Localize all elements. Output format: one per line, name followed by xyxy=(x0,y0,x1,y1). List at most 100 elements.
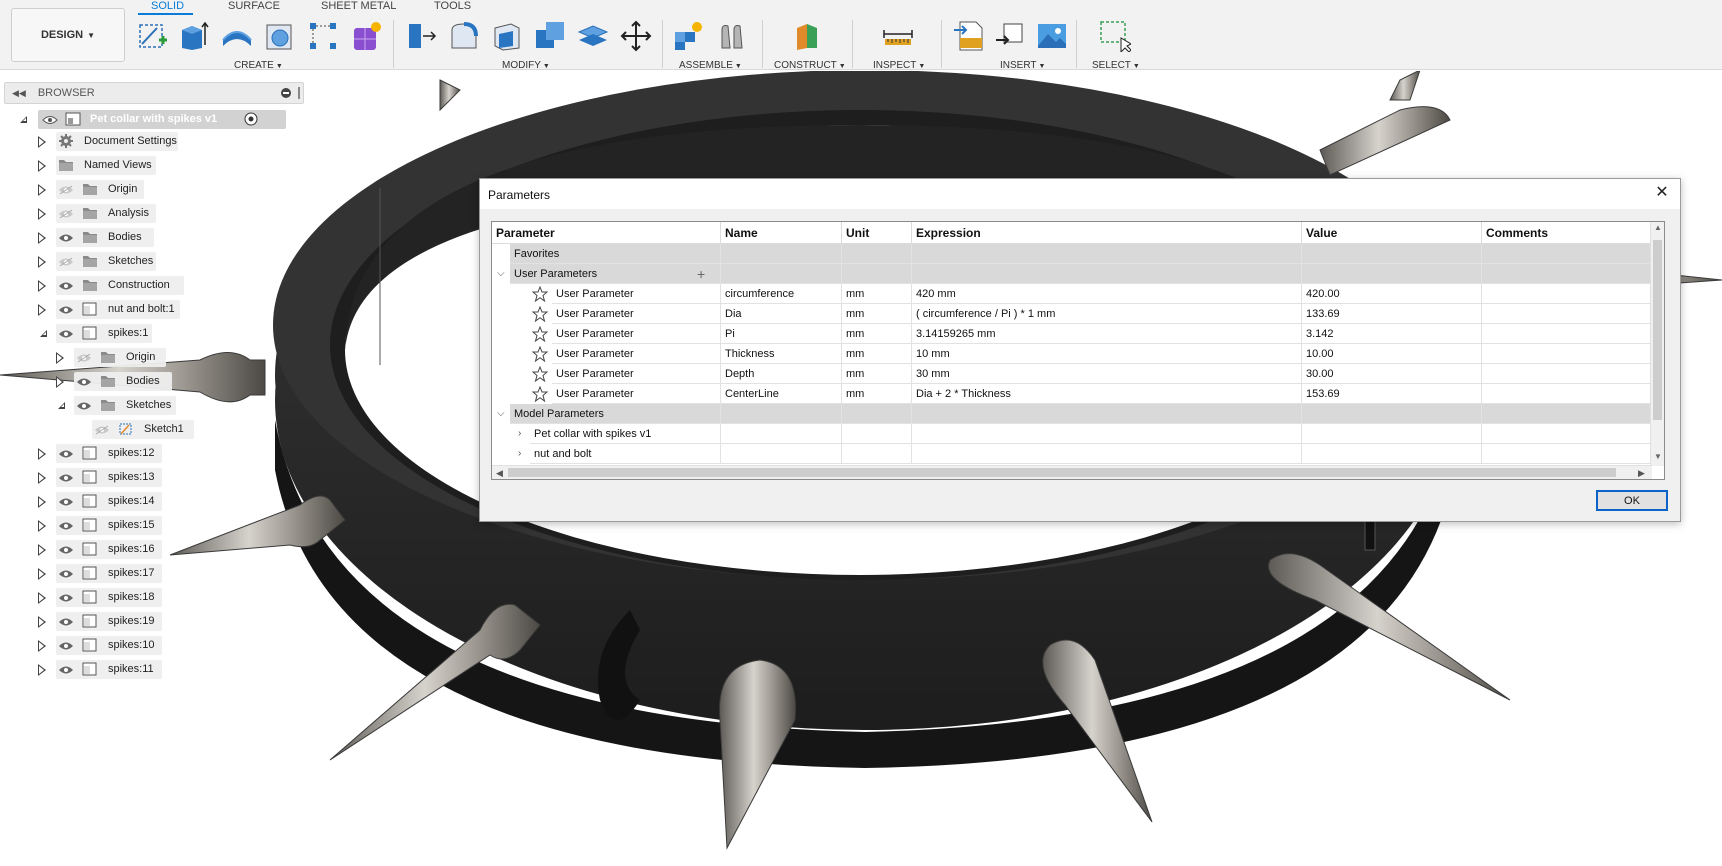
visibility-eye-icon[interactable] xyxy=(42,115,58,125)
section-model-parameters[interactable]: ⌵ Model Parameters xyxy=(492,404,1652,424)
tree-node-pill[interactable]: spikes:18 xyxy=(56,588,162,607)
tab-solid[interactable]: SOLID xyxy=(151,0,184,14)
window-select-icon[interactable] xyxy=(1099,20,1131,52)
extrude-icon[interactable] xyxy=(178,20,210,52)
visibility-eye-icon[interactable] xyxy=(58,473,74,483)
favorite-star-icon[interactable] xyxy=(532,286,548,302)
expand-icon[interactable] xyxy=(38,280,46,292)
table-row[interactable]: › Pet collar with spikes v1 xyxy=(492,424,1652,444)
tree-node-pill[interactable]: spikes:16 xyxy=(56,540,162,559)
tree-node-pill[interactable]: spikes:19 xyxy=(56,612,162,631)
group-create[interactable]: CREATE ▼ xyxy=(234,60,283,71)
favorite-star-icon[interactable] xyxy=(532,326,548,342)
expand-icon[interactable] xyxy=(38,472,46,484)
joint-icon[interactable] xyxy=(716,20,748,52)
offset-plane-icon[interactable] xyxy=(793,20,825,52)
close-icon[interactable]: ✕ xyxy=(1652,184,1672,204)
visibility-eye-icon[interactable] xyxy=(58,449,74,459)
revolve-icon[interactable] xyxy=(221,20,253,52)
tree-node-pill[interactable]: Sketches xyxy=(56,252,156,271)
ok-button[interactable]: OK xyxy=(1596,490,1668,511)
cell-expr[interactable]: 10 mm xyxy=(912,344,1302,364)
tree-node-pill[interactable]: Bodies xyxy=(74,372,172,391)
vertical-scrollbar[interactable]: ▲ ▼ xyxy=(1650,222,1664,466)
expand-icon[interactable] xyxy=(38,616,46,628)
cell-name[interactable]: circumference xyxy=(721,284,842,304)
cell-name[interactable]: Thickness xyxy=(721,344,842,364)
tab-tools[interactable]: TOOLS xyxy=(434,0,471,14)
cell-name[interactable]: CenterLine xyxy=(721,384,842,404)
minimize-icon[interactable] xyxy=(281,88,291,98)
tree-node-pill[interactable]: spikes:12 xyxy=(56,444,162,463)
expand-icon[interactable] xyxy=(38,544,46,556)
tree-node-pill[interactable]: Construction xyxy=(56,276,184,295)
col-value[interactable]: Value xyxy=(1302,222,1482,244)
visibility-eye-icon[interactable] xyxy=(76,353,92,363)
expand-icon[interactable] xyxy=(38,304,46,316)
tab-sheet-metal[interactable]: SHEET METAL xyxy=(321,0,396,14)
collapse-icon[interactable] xyxy=(58,402,65,409)
expand-icon[interactable] xyxy=(38,232,46,244)
visibility-eye-icon[interactable] xyxy=(58,569,74,579)
expand-icon[interactable] xyxy=(38,208,46,220)
table-row[interactable]: User Parameter Depth mm 30 mm 30.00 xyxy=(492,364,1652,384)
visibility-eye-icon[interactable] xyxy=(58,281,74,291)
favorite-star-icon[interactable] xyxy=(532,306,548,322)
visibility-eye-icon[interactable] xyxy=(58,641,74,651)
tree-node-pill[interactable]: spikes:11 xyxy=(56,660,162,679)
group-construct[interactable]: CONSTRUCT ▼ xyxy=(774,60,846,71)
section-favorites[interactable]: Favorites xyxy=(492,244,1652,264)
table-row[interactable]: User Parameter circumference mm 420 mm 420.0… xyxy=(492,284,1652,304)
expand-icon[interactable] xyxy=(38,592,46,604)
cell-expr[interactable]: 30 mm xyxy=(912,364,1302,384)
table-row[interactable]: User Parameter Thickness mm 10 mm 10.00 xyxy=(492,344,1652,364)
group-inspect[interactable]: INSPECT ▼ xyxy=(873,60,925,71)
col-name[interactable]: Name xyxy=(721,222,842,244)
expand-icon[interactable]: › xyxy=(518,424,521,444)
table-row[interactable]: User Parameter CenterLine mm Dia + 2 * Thic… xyxy=(492,384,1652,404)
cell-name[interactable]: Pi xyxy=(721,324,842,344)
visibility-eye-icon[interactable] xyxy=(58,593,74,603)
offset-face-icon[interactable] xyxy=(577,20,609,52)
scroll-thumb[interactable] xyxy=(1653,240,1662,420)
expand-icon[interactable] xyxy=(38,664,46,676)
tree-node-pill[interactable]: spikes:15 xyxy=(56,516,162,535)
scroll-right-icon[interactable]: ▶ xyxy=(1638,466,1645,479)
press-pull-icon[interactable] xyxy=(405,20,437,52)
visibility-eye-icon[interactable] xyxy=(58,185,74,195)
cell-comment[interactable] xyxy=(1482,304,1652,324)
scroll-thumb-horizontal[interactable] xyxy=(508,468,1616,477)
expand-icon[interactable] xyxy=(56,376,64,388)
col-unit[interactable]: Unit xyxy=(842,222,912,244)
workspace-switcher[interactable]: DESIGN ▼ xyxy=(11,8,125,62)
cell-comment[interactable] xyxy=(1482,324,1652,344)
visibility-eye-icon[interactable] xyxy=(58,521,74,531)
visibility-eye-icon[interactable] xyxy=(58,209,74,219)
insert-canvas-icon[interactable] xyxy=(1036,20,1068,52)
col-parameter[interactable]: Parameter xyxy=(492,222,721,244)
tree-node-pill[interactable]: Named Views xyxy=(56,156,156,175)
tree-node-pill[interactable]: Bodies xyxy=(56,228,154,247)
scroll-up-icon[interactable]: ▲ xyxy=(1654,223,1662,232)
expand-icon[interactable]: › xyxy=(518,444,521,464)
visibility-eye-icon[interactable] xyxy=(58,329,74,339)
table-row[interactable]: User Parameter Pi mm 3.14159265 mm 3.142 xyxy=(492,324,1652,344)
section-user-parameters[interactable]: ⌵ User Parameters + xyxy=(492,264,1652,284)
expand-icon[interactable] xyxy=(38,520,46,532)
cell-comment[interactable] xyxy=(1482,364,1652,384)
new-component-icon[interactable] xyxy=(673,20,705,52)
tree-node-pill[interactable]: spikes:13 xyxy=(56,468,162,487)
horizontal-scrollbar[interactable]: ◀ ▶ xyxy=(492,465,1652,479)
tree-node-pill[interactable]: Origin xyxy=(56,180,144,199)
collapse-icon[interactable]: ⌵ xyxy=(497,264,505,284)
resize-grip-icon[interactable] xyxy=(298,87,300,99)
collapse-icon[interactable]: ⌵ xyxy=(497,404,505,424)
table-row[interactable]: User Parameter Dia mm( circumference / Pi … xyxy=(492,304,1652,324)
activate-radio-icon[interactable] xyxy=(244,112,258,126)
expand-icon[interactable] xyxy=(38,496,46,508)
dialog-titlebar[interactable]: Parameters ✕ xyxy=(480,179,1680,209)
col-expression[interactable]: Expression xyxy=(912,222,1302,244)
tab-surface[interactable]: SURFACE xyxy=(228,0,280,14)
form-icon[interactable] xyxy=(351,20,383,52)
visibility-eye-icon[interactable] xyxy=(94,425,110,435)
